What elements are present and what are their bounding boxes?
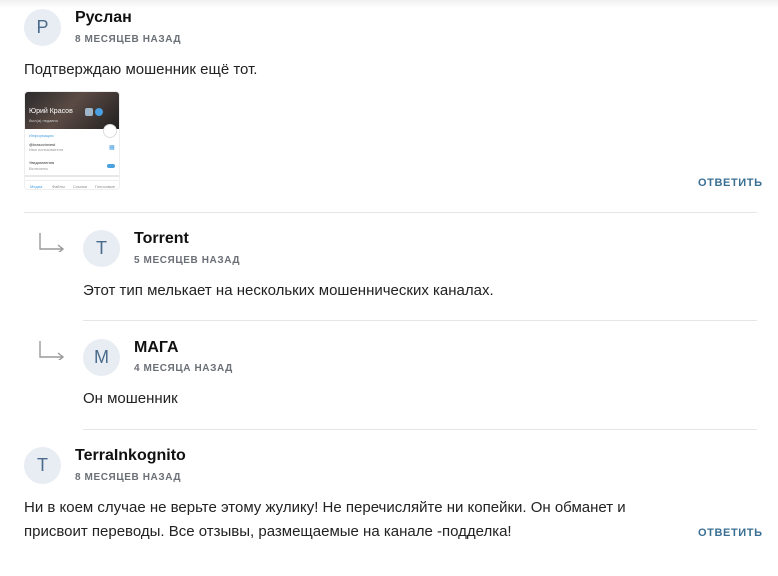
attachment-notifications-caption: Включены [29,166,49,171]
comment-date: 5 МЕСЯЦЕВ НАЗАД [134,255,241,266]
attachment-profile-name: Юрий Красов [29,108,73,115]
comment-text: Этот тип мелькает на нескольких мошеннич… [83,282,494,299]
attachment-section: Информация [29,133,54,138]
badge-icon [95,108,103,116]
verified-icon [85,108,93,116]
comment-author[interactable]: Torrent [134,230,189,248]
reply-button[interactable]: ОТВЕТИТЬ [698,177,763,189]
top-shadow [0,0,778,8]
comment-author[interactable]: МАГА [134,339,179,357]
avatar: T [83,230,120,267]
avatar: T [24,447,61,484]
comment-author[interactable]: Руслан [75,9,132,27]
qr-icon: ▦ [109,145,115,151]
attachment-username-caption: Имя пользователя [29,147,64,152]
attachment-tab: Медиа [30,184,43,189]
reply-arrow-icon [39,233,65,252]
comment-text: Ни в коем случае не верьте этому жулику!… [24,499,626,540]
attachment-divider [25,175,119,177]
reply-button[interactable]: ОТВЕТИТЬ [698,527,763,539]
comment-date: 4 МЕСЯЦА НАЗАД [134,363,233,374]
divider [83,320,757,321]
attachment-tab: Файлы [52,184,65,189]
attachment-notifications: Уведомления [29,160,55,165]
attachment-profile-status: был(а) недавно [29,118,58,123]
toggle-icon [107,164,115,168]
avatar: Р [24,9,61,46]
comment-date: 8 МЕСЯЦЕВ НАЗАД [75,472,182,483]
avatar: М [83,339,120,376]
attachment-tabs: Медиа Файлы Ссылки Голосовые [25,180,119,189]
attachment-tab: Голосовые [95,184,116,189]
message-icon [103,124,117,138]
divider [83,429,757,430]
comment-date: 8 МЕСЯЦЕВ НАЗАД [75,34,182,45]
comment-text: Подтверждаю мошенник ещё тот. [24,61,258,78]
reply-arrow-icon [39,341,65,360]
comment-author[interactable]: TerraInkognito [75,447,186,465]
divider [24,212,757,213]
attachment-image[interactable]: Юрий Красов был(а) недавно Информация @k… [24,91,120,190]
comment-text: Он мошенник [83,390,178,407]
attachment-tab: Ссылки [73,184,88,189]
